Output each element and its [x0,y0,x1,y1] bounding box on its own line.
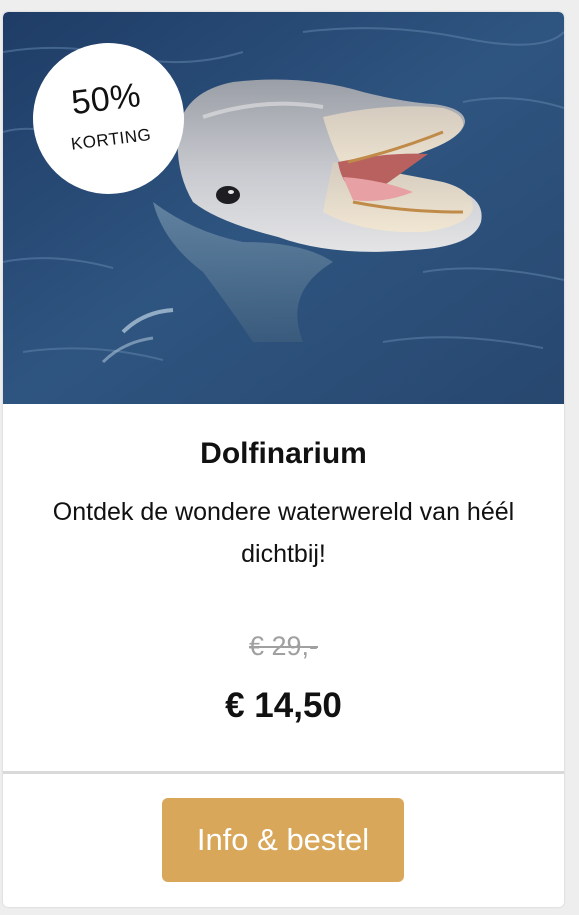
discount-percent: 50% [69,75,143,122]
discount-label: KORTING [69,124,153,154]
deal-title[interactable]: Dolfinarium [3,437,564,471]
info-and-order-button[interactable]: Info & bestel [162,798,404,882]
discounted-price: € 14,50 [225,686,342,725]
original-price: € 29,- [248,631,319,661]
deal-photo-dolphin[interactable]: 50% KORTING [3,12,564,404]
deal-card[interactable]: 50% KORTING Dolfinarium Ontdek de wonder… [3,12,564,907]
divider [3,771,564,774]
deal-description: Ontdek de wondere waterwereld van héél d… [52,498,515,568]
